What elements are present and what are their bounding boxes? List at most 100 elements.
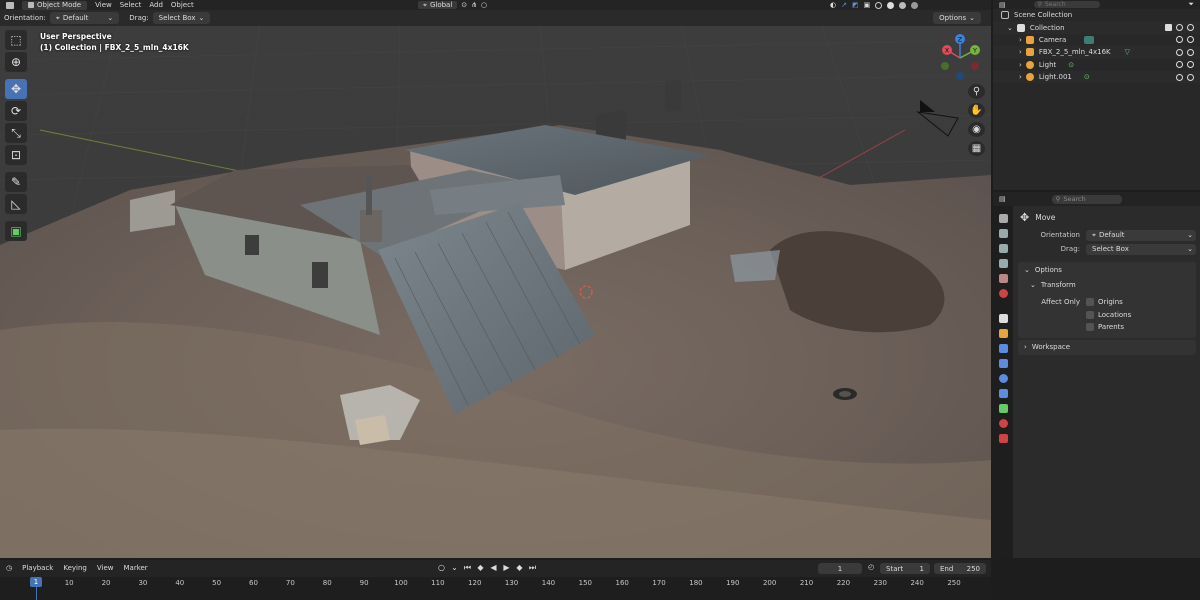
particles-tab-icon[interactable] [998, 359, 1008, 368]
orientation-row-dropdown[interactable]: ⌖ Default ⌄ [1086, 229, 1196, 241]
select-box-tool-icon[interactable]: ⬚ [5, 30, 27, 50]
chevron-down-icon[interactable]: ⌄ [1007, 24, 1013, 32]
menu-add[interactable]: Add [149, 1, 163, 9]
render-camera-icon[interactable] [1187, 36, 1194, 44]
world-tab-icon[interactable] [998, 289, 1008, 298]
drag-row-dropdown[interactable]: Select Box ⌄ [1086, 243, 1196, 255]
collection-row[interactable]: ⌄ Collection [993, 21, 1200, 34]
chevron-right-icon[interactable]: › [1019, 36, 1022, 44]
timeline-menu-marker[interactable]: Marker [123, 564, 147, 572]
orientation-dropdown[interactable]: ⌖ Default ⌄ [49, 12, 120, 24]
physics-tab-icon[interactable] [998, 374, 1008, 383]
pivot-icon[interactable]: ⊙ [461, 1, 467, 9]
eye-icon[interactable] [1176, 73, 1183, 81]
scale-tool-icon[interactable]: ⤡ [5, 123, 27, 143]
mode-selector[interactable]: Object Mode [22, 0, 88, 10]
filter-icon[interactable]: ⏷ [1188, 0, 1194, 9]
move-tool-icon[interactable]: ✥ [5, 79, 27, 99]
chevron-right-icon[interactable]: › [1019, 61, 1022, 69]
render-camera-icon[interactable] [1187, 73, 1194, 81]
data-tab-icon[interactable] [998, 404, 1008, 413]
options-dropdown[interactable]: Options ⌄ [933, 12, 981, 24]
drag-dropdown[interactable]: Select Box ⌄ [152, 12, 211, 24]
jump-start-icon[interactable]: ⏮ [463, 563, 472, 572]
transform-subpanel-header[interactable]: ⌄ Transform [1018, 277, 1196, 292]
xray-icon[interactable]: ▣ [864, 1, 871, 9]
annotate-tool-icon[interactable]: ✎ [5, 172, 27, 192]
workspace-panel-header[interactable]: › Workspace [1018, 340, 1196, 355]
options-panel-header[interactable]: ⌄ Options [1018, 262, 1196, 277]
outliner-item-light[interactable]: › Light ⊙ [993, 59, 1200, 71]
outliner-item-camera[interactable]: › Camera [993, 34, 1200, 46]
output-tab-icon[interactable] [998, 244, 1008, 253]
chevron-right-icon[interactable]: › [1019, 73, 1022, 81]
play-icon[interactable]: ▶ [502, 563, 511, 572]
locations-checkbox[interactable] [1086, 310, 1094, 319]
3d-viewport[interactable]: Object Mode View Select Add Object ⌖ Glo… [0, 0, 991, 558]
properties-editor-icon[interactable]: ▤ [999, 195, 1006, 203]
shading-solid-icon[interactable] [887, 1, 895, 9]
texture-tab-icon[interactable] [998, 434, 1008, 443]
eye-icon[interactable] [1176, 36, 1183, 44]
collection-tab-icon[interactable] [998, 314, 1008, 323]
prev-key-icon[interactable]: ◆ [476, 563, 485, 572]
material-tab-icon[interactable] [998, 419, 1008, 428]
frame-ruler[interactable]: 1 10 20 30 40 50 60 70 80 90 100 110 120 130 140 150 16… [0, 577, 991, 600]
timeline-menu-keying[interactable]: Keying [63, 564, 87, 572]
menu-view[interactable]: View [95, 1, 112, 9]
shading-rendered-icon[interactable] [911, 1, 919, 9]
start-frame-field[interactable]: Start 1 [880, 563, 930, 574]
transform-tool-icon[interactable]: ⊡ [5, 145, 27, 165]
end-frame-field[interactable]: End 250 [934, 563, 986, 574]
shading-wire-icon[interactable] [875, 1, 883, 9]
timeline-menu-playback[interactable]: Playback [22, 564, 53, 572]
menu-object[interactable]: Object [171, 1, 194, 9]
render-camera-icon[interactable] [1187, 24, 1194, 32]
object-tab-icon[interactable] [998, 329, 1008, 338]
current-frame-field[interactable]: 1 [818, 563, 862, 574]
transform-orientation[interactable]: ⌖ Global [418, 1, 458, 9]
checkbox-icon[interactable] [1165, 24, 1172, 32]
zoom-icon[interactable]: ⚲ [968, 84, 985, 99]
origins-checkbox[interactable] [1086, 298, 1094, 307]
proportional-edit-icon[interactable]: ○ [481, 1, 487, 9]
timeline-menu-view[interactable]: View [97, 564, 114, 572]
shading-material-icon[interactable] [899, 1, 907, 9]
jump-end-icon[interactable]: ⏭ [528, 563, 537, 572]
tool-tab-icon[interactable] [998, 214, 1008, 223]
stopwatch-icon[interactable]: ◴ [868, 563, 874, 571]
chevron-right-icon[interactable]: › [1019, 48, 1022, 56]
workspace-panel[interactable]: › Workspace [1018, 339, 1196, 355]
eye-icon[interactable] [1176, 24, 1183, 32]
overlay-icon[interactable]: ◩ [852, 1, 859, 9]
render-camera-icon[interactable] [1187, 61, 1194, 69]
editor-type-icon[interactable] [6, 1, 14, 9]
constraints-tab-icon[interactable] [998, 389, 1008, 398]
outliner-item-mesh[interactable]: › FBX_2_5_mln_4x16K ▽ [993, 46, 1200, 59]
visibility-icon[interactable]: ◐ [830, 1, 836, 9]
navigation-gizmo[interactable]: Z Y X [933, 32, 987, 84]
timeline-editor-icon[interactable]: ◷ [6, 564, 12, 572]
eye-icon[interactable] [1176, 48, 1183, 56]
view-layer-tab-icon[interactable] [998, 259, 1008, 268]
play-reverse-icon[interactable]: ◀ [489, 563, 498, 572]
parents-checkbox[interactable] [1086, 323, 1094, 332]
modifier-tab-icon[interactable] [998, 344, 1008, 353]
pan-hand-icon[interactable]: ✋ [968, 103, 985, 118]
add-cube-tool-icon[interactable]: ▣ [5, 221, 27, 241]
render-tab-icon[interactable] [998, 229, 1008, 238]
playhead[interactable]: 1 [30, 577, 42, 587]
ortho-grid-icon[interactable]: ▦ [968, 141, 985, 156]
measure-tool-icon[interactable]: ◺ [5, 194, 27, 214]
gizmo-icon[interactable]: ↗ [841, 1, 847, 9]
next-key-icon[interactable]: ◆ [515, 563, 524, 572]
cursor-tool-icon[interactable]: ⊕ [5, 52, 27, 72]
eye-icon[interactable] [1176, 61, 1183, 69]
menu-select[interactable]: Select [120, 1, 142, 9]
outliner-search[interactable]: ⚲ Search [1033, 1, 1100, 8]
keying-set-icon[interactable]: ⌄ [450, 563, 459, 572]
rotate-tool-icon[interactable]: ⟳ [5, 101, 27, 121]
scene-tab-icon[interactable] [998, 274, 1008, 283]
render-camera-icon[interactable] [1187, 48, 1194, 56]
scene-collection-row[interactable]: Scene Collection [993, 9, 1200, 21]
